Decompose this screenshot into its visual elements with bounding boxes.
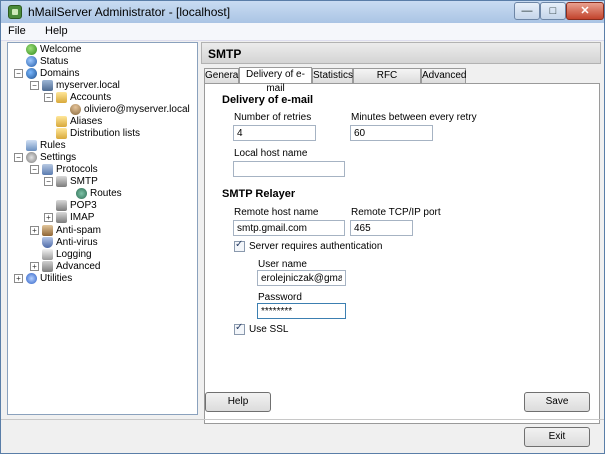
expand-toggle[interactable]: + [30,226,39,235]
status-icon [26,56,37,67]
tree-item-account[interactable]: oliviero@myserver.local [70,104,190,116]
username-label: User name [258,259,307,270]
tree-item-protocols[interactable]: − Protocols [30,164,98,176]
advanced-icon [42,261,53,272]
tree-item-logging[interactable]: Logging [30,249,92,261]
retry-minutes-label: Minutes between every retry [351,112,477,123]
remote-port-label: Remote TCP/IP port [351,207,441,218]
minimize-button[interactable]: — [514,2,540,20]
logging-icon [42,249,53,260]
retry-minutes-input[interactable] [350,125,433,141]
tree-item-routes[interactable]: Routes [76,188,122,200]
collapse-toggle[interactable]: − [14,153,23,162]
tab-general[interactable]: General [204,68,241,83]
collapse-toggle[interactable]: − [14,69,23,78]
utilities-icon [26,273,37,284]
globe-icon [26,68,37,79]
shield-icon [42,237,53,248]
local-host-input[interactable] [233,161,345,177]
tree-item-smtp[interactable]: − SMTP [44,176,98,188]
exit-button[interactable]: Exit [524,427,590,447]
protocols-icon [42,164,53,175]
pane-header: SMTP [201,42,601,64]
collapse-toggle[interactable]: − [44,177,53,186]
tab-delivery[interactable]: Delivery of e-mail [239,67,312,94]
retries-input[interactable] [233,125,316,141]
routes-icon [76,188,87,199]
tab-rfc-compliance[interactable]: RFC compliance [353,68,421,95]
auth-checkbox-label: Server requires authentication [249,241,383,252]
imap-icon [56,212,67,223]
anti-spam-icon [42,225,53,236]
tree-item-domains[interactable]: − Domains [14,68,79,80]
close-button[interactable]: ✕ [566,2,604,20]
tree-item-anti-spam[interactable]: + Anti-spam [30,225,101,237]
help-button[interactable]: Help [205,392,271,412]
settings-icon [26,152,37,163]
tree-item-imap[interactable]: + IMAP [44,212,94,224]
rules-icon [26,140,37,151]
server-icon [42,80,53,91]
local-host-label: Local host name [234,148,308,159]
expand-toggle[interactable]: + [30,262,39,271]
pop3-icon [56,200,67,211]
menu-file[interactable]: File [8,25,26,37]
remote-host-input[interactable] [233,220,345,236]
page-title: SMTP [208,47,242,61]
relayer-section-title: SMTP Relayer [222,188,296,200]
tree-item-aliases[interactable]: Aliases [56,116,102,128]
bottom-separator [1,419,604,420]
ssl-checkbox-label: Use SSL [249,324,289,335]
navigation-tree: Welcome Status − Domains − myserver.local … [7,42,198,415]
collapse-toggle[interactable]: − [30,165,39,174]
tab-advanced[interactable]: Advanced [421,68,466,83]
retries-label: Number of retries [234,112,312,123]
settings-pane: SMTP General Delivery of e-mail Statisti… [201,42,603,424]
collapse-toggle[interactable]: − [30,81,39,90]
auth-checkbox[interactable] [234,239,245,252]
tree-item-advanced[interactable]: + Advanced [30,261,100,273]
tree-item-welcome[interactable]: Welcome [14,44,82,56]
app-icon [8,5,22,19]
menu-bar: File Help [1,23,604,41]
password-input[interactable] [257,303,346,319]
window-title: hMailServer Administrator - [localhost] [28,5,231,19]
tree-item-utilities[interactable]: + Utilities [14,273,72,285]
collapse-toggle[interactable]: − [44,93,53,102]
remote-host-label: Remote host name [234,207,319,218]
app-window: hMailServer Administrator - [localhost] … [0,0,605,454]
ssl-checkbox[interactable] [234,322,245,335]
username-input[interactable] [257,270,346,286]
folder-icon [56,128,67,139]
tree-item-settings[interactable]: − Settings [14,152,76,164]
welcome-icon [26,44,37,55]
expand-toggle[interactable]: + [14,274,23,283]
folder-icon [56,92,67,103]
tab-statistics[interactable]: Statistics [312,68,353,83]
tree-item-distribution-lists[interactable]: Distribution lists [56,128,140,140]
tree-item-pop3[interactable]: POP3 [56,200,97,212]
remote-port-input[interactable] [350,220,413,236]
maximize-button[interactable]: □ [540,2,566,20]
password-label: Password [258,292,302,303]
tree-item-rules[interactable]: Rules [14,140,66,152]
tab-panel: Delivery of e-mail Number of retries Min… [204,83,600,424]
folder-icon [56,116,67,127]
tree-item-accounts[interactable]: − Accounts [44,92,111,104]
menu-help[interactable]: Help [45,25,68,37]
tree-item-status[interactable]: Status [14,56,68,68]
user-icon [70,104,81,115]
save-button[interactable]: Save [524,392,590,412]
tree-item-anti-virus[interactable]: Anti-virus [30,237,98,249]
smtp-icon [56,176,67,187]
tree-item-domain[interactable]: − myserver.local [30,80,120,92]
expand-toggle[interactable]: + [44,213,53,222]
title-bar: hMailServer Administrator - [localhost] … [1,1,604,23]
